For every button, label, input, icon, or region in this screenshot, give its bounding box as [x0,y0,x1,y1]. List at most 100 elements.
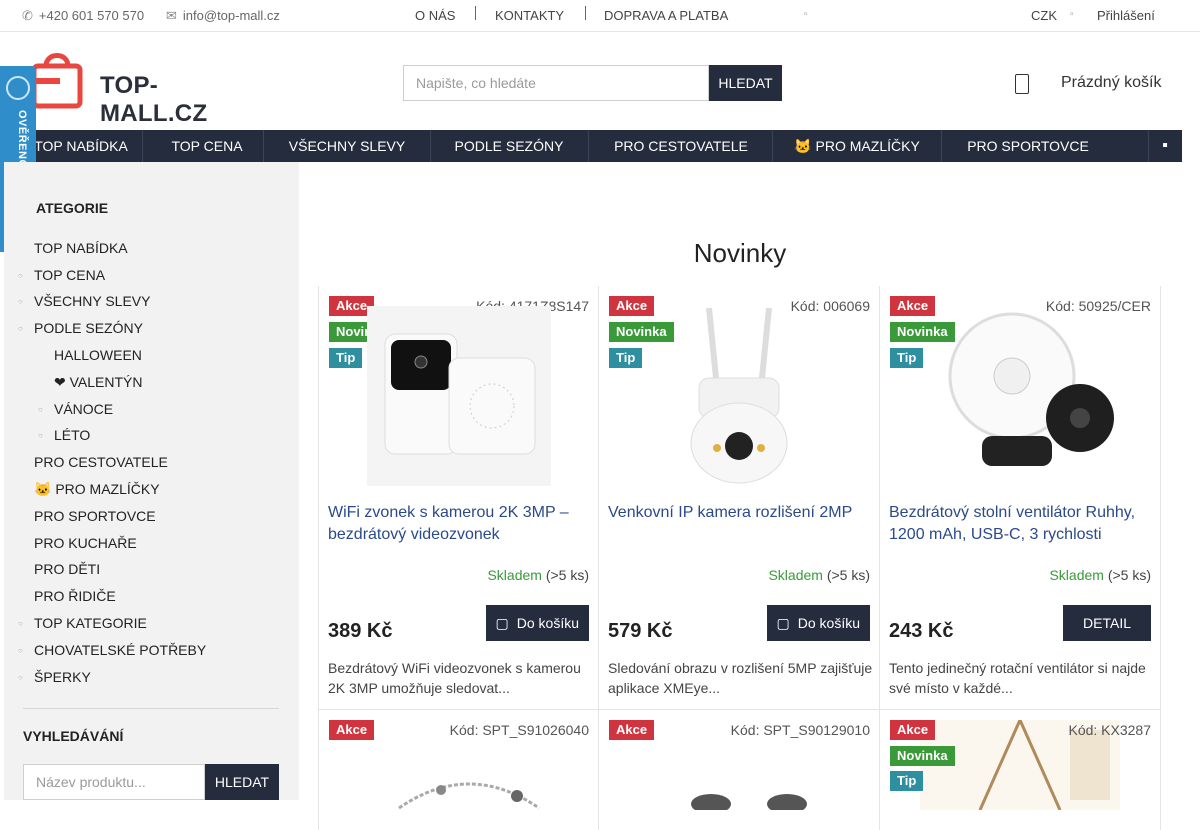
nav-divider [142,130,143,162]
phone-icon: ✆ [22,9,33,24]
add-to-cart-button[interactable]: ▢ Do košíku [766,605,870,641]
stock-status: Skladem (>5 ks) [1049,567,1151,583]
bullet-icon: ○ [18,297,23,306]
nav-top-cena[interactable]: TOP CENA [152,130,262,162]
product-name[interactable]: Venkovní IP kamera rozlišení 2MP [608,502,873,524]
user-icon: ▫ [1070,9,1074,20]
product-card[interactable]: Akce Novinka Tip Kód: 4171Z8S147 WiFi zv… [318,286,599,710]
stock-status: Skladem (>5 ks) [487,567,589,583]
cart-icon: ▢ [776,616,790,632]
ip-camera-image[interactable] [639,298,839,486]
phone-contact[interactable]: ✆ +420 601 570 570 [22,8,144,24]
site-logo[interactable]: TOP-MALL.CZ [24,48,264,127]
category-item[interactable]: PRO ŘIDIČE [34,588,116,604]
seal-icon [6,76,30,100]
category-item[interactable]: TOP NABÍDKA [34,240,128,256]
category-item[interactable]: ○ VŠECHNY SLEVY [18,293,150,309]
sidebar: ATEGORIE TOP NABÍDKA ○ TOP CENA ○ VŠECHN… [4,162,299,800]
category-item[interactable]: PRO KUCHAŘE [34,535,137,551]
product-name[interactable]: Bezdrátový stolní ventilátor Ruhhy, 1200… [889,502,1154,546]
flag-tip: Tip [609,348,643,368]
nav-top-nabidka[interactable]: TOP NABÍDKA [30,130,132,162]
product-name[interactable]: WiFi zvonek s kamerou 2K 3MP – bezdrátov… [328,502,593,546]
category-item[interactable]: PRO SPORTOVCE [34,508,156,524]
desk-fan-image[interactable] [920,298,1120,486]
product-description: Bezdrátový WiFi videozvonek s kamerou 2K… [328,660,581,696]
category-item[interactable]: ○ PODLE SEZÓNY [18,320,143,336]
nav-divider [430,130,431,162]
header-search: HLEDAT [403,65,782,101]
site-header: TOP-MALL.CZ HLEDAT Prázdný košík [0,32,1200,130]
product-card[interactable]: Akce Kód: SPT_S91026040 [318,710,599,830]
search-button[interactable]: HLEDAT [709,65,782,101]
search-heading: VYHLEDÁVÁNÍ [23,728,124,744]
nav-link-kontakty[interactable]: KONTAKTY [495,8,564,23]
logo-text: TOP-MALL.CZ [100,72,208,127]
category-item[interactable]: ○ CHOVATELSKÉ POTŘEBY [18,642,206,658]
product-description: Sledování obrazu v rozlišení 5MP zajišťu… [608,660,873,696]
bullet-icon: ○ [18,324,23,333]
product-price: 389 Kč [328,620,393,642]
product-card[interactable]: Akce Kód: SPT_S90129010 [599,710,880,830]
jewelry-image[interactable] [659,770,839,810]
nav-divider [588,130,589,162]
nav-link-o-nas[interactable]: O NÁS [415,8,455,23]
product-search-button[interactable]: HLEDAT [205,764,279,800]
category-item[interactable]: ○ TOP KATEGORIE [18,615,147,631]
category-item[interactable]: ○ LÉTO [38,427,90,443]
bracelet-image[interactable] [379,750,559,810]
product-price: 243 Kč [889,620,954,642]
categories-heading: ATEGORIE [36,200,109,216]
bullet-icon: ○ [38,431,43,440]
category-item[interactable]: 🐱 PRO MAZLÍČKY [34,481,160,498]
nav-podle-sezony[interactable]: PODLE SEZÓNY [436,130,582,162]
menu-more-icon[interactable]: ▪ [1148,130,1182,162]
page-title: Novinky [693,238,787,268]
detail-button[interactable]: DETAIL [1063,605,1151,641]
product-code: Kód: SPT_S90129010 [730,722,870,738]
category-item[interactable]: ○ VÁNOCE [38,401,113,417]
cart-icon: ▢ [495,616,509,632]
email-address: info@top-mall.cz [182,8,280,23]
flag-tip: Tip [890,348,924,368]
doorbell-camera-image[interactable] [359,298,559,486]
login-link[interactable]: Přihlášení [1097,8,1155,23]
phone-number: +420 601 570 570 [38,8,145,23]
nav-pro-cestovatele[interactable]: PRO CESTOVATELE [594,130,768,162]
product-card[interactable]: Akce Novinka Tip Kód: 006069 Venkovní IP… [599,286,880,710]
stock-status: Skladem (>5 ks) [768,567,870,583]
product-search-input[interactable] [23,764,205,800]
bullet-icon: ○ [18,271,23,280]
search-input[interactable] [403,65,709,101]
flag-akce: Akce [890,720,936,740]
product-card[interactable]: Akce Novinka Tip Kód: 50925/CER Bezdráto… [880,286,1161,710]
add-to-cart-button[interactable]: ▢ Do košíku [485,605,589,641]
category-item[interactable]: PRO DĚTI [34,561,100,577]
cart-label: Prázdný košík [1061,74,1162,91]
nav-divider [941,130,942,162]
category-item[interactable]: ○ TOP CENA [18,267,105,283]
category-item[interactable]: ○ ŠPERKY [18,669,91,685]
category-item[interactable]: HALLOWEEN [54,347,142,363]
nav-pro-sportovce[interactable]: PRO SPORTOVCE [946,130,1110,162]
bullet-icon: ○ [38,405,43,414]
separator [475,6,476,20]
nav-divider [772,130,773,162]
nav-link-doprava[interactable]: DOPRAVA A PLATBA [604,8,728,23]
language-icon[interactable]: ▫ [804,9,808,20]
currency-selector[interactable]: CZK [1031,8,1057,23]
category-item[interactable]: ❤ VALENTÝN [54,374,143,391]
email-contact[interactable]: ✉ info@top-mall.cz [166,8,280,24]
separator [585,6,586,20]
flag-akce: Akce [329,720,375,740]
category-item[interactable]: PRO CESTOVATELE [34,454,168,470]
nav-vsechny-slevy[interactable]: VŠECHNY SLEVY [270,130,424,162]
product-card[interactable]: Akce Novinka Tip Kód: KX3287 [880,710,1161,830]
main-navigation: TOP NABÍDKA TOP CENA VŠECHNY SLEVY PODLE… [0,130,1182,162]
nav-pro-mazlicky[interactable]: 🐱 PRO MAZLÍČKY [776,130,938,162]
flag-novinka: Novinka [890,746,955,766]
product-code: Kód: KX3287 [1068,722,1151,738]
envelope-icon: ✉ [166,9,177,24]
product-code: Kód: SPT_S91026040 [449,722,589,738]
flag-tip: Tip [329,348,363,368]
